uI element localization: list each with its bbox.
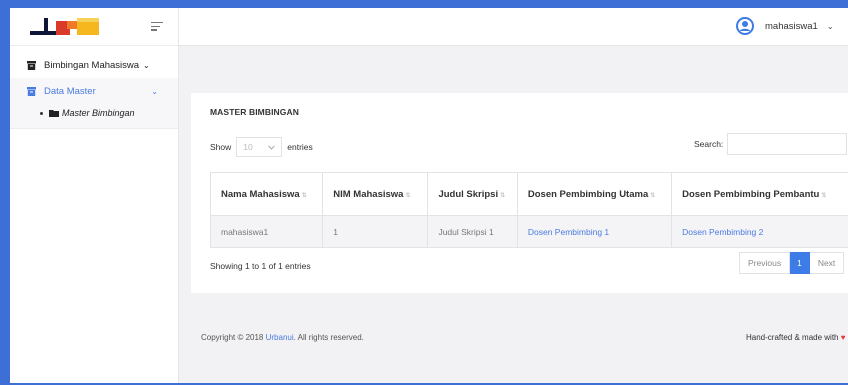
- column-label: NIM Mahasiswa: [333, 188, 404, 200]
- sidebar: Bimbingan Mahasiswa ⌄ Data Master ⌄ Mast…: [10, 8, 179, 383]
- sidebar-item-bimbingan-mahasiswa[interactable]: Bimbingan Mahasiswa ⌄: [10, 52, 178, 78]
- user-avatar-icon: [736, 17, 754, 35]
- page-size-value: 10: [243, 142, 253, 152]
- table-cell-link[interactable]: Dosen Pembimbing 2: [671, 215, 848, 248]
- previous-button[interactable]: Previous: [739, 252, 791, 274]
- page-size-select[interactable]: 10: [236, 137, 283, 157]
- credit-text: Hand-crafted & made with: [746, 333, 841, 342]
- sidebar-item-label: Data Master: [44, 85, 96, 97]
- table-cell: 1: [322, 215, 429, 248]
- sort-icon: ⇅: [821, 192, 827, 199]
- sidebar-item-data-master[interactable]: Data Master ⌄: [10, 78, 178, 104]
- copyright-prefix: Copyright © 2018: [201, 333, 266, 342]
- column-header-dosen-pembimbing-utama[interactable]: Dosen Pembimbing Utama ⇅: [516, 172, 673, 216]
- page-size-control: Show 10 entries: [210, 137, 313, 157]
- sidebar-brand: [10, 8, 178, 46]
- sort-icon: ⇅: [650, 192, 656, 199]
- column-header-nim-mahasiswa[interactable]: NIM Mahasiswa ⇅: [322, 172, 429, 216]
- menu-toggle-icon[interactable]: [151, 22, 163, 32]
- chevron-down-icon: ⌄: [826, 21, 834, 31]
- show-label: Show: [210, 142, 232, 152]
- logo[interactable]: [30, 15, 100, 39]
- user-name: mahasiswa1: [765, 20, 818, 32]
- sort-icon: ⇅: [500, 192, 506, 199]
- copyright-suffix: . All rights reserved.: [293, 333, 364, 342]
- table-row: mahasiswa1 1 Judul Skripsi 1 Dosen Pembi…: [209, 215, 848, 248]
- topbar: mahasiswa1 ⌄: [179, 8, 848, 46]
- user-menu[interactable]: mahasiswa1 ⌄: [736, 17, 834, 35]
- column-label: Nama Mahasiswa: [221, 188, 300, 200]
- table-info: Showing 1 to 1 of 1 entries: [210, 261, 311, 271]
- card-title: MASTER BIMBINGAN: [210, 107, 299, 117]
- table-header-row: Nama Mahasiswa ⇅ NIM Mahasiswa ⇅ Judul Skr…: [209, 172, 848, 216]
- chevron-down-icon: ⌄: [151, 86, 158, 96]
- master-bimbingan-card: MASTER BIMBINGAN Show 10 entries Search:…: [191, 93, 848, 293]
- bullet-icon: [40, 111, 43, 115]
- table-cell-link[interactable]: Dosen Pembimbing 1: [516, 215, 673, 248]
- app-window: Bimbingan Mahasiswa ⌄ Data Master ⌄ Mast…: [10, 8, 848, 383]
- search-label: Search:: [694, 139, 724, 149]
- footer-credit: Hand-crafted & made with ♥: [746, 333, 845, 342]
- sidebar-subitem-master-bimbingan[interactable]: Master Bimbingan: [40, 108, 178, 118]
- pagination: Previous 1 Next: [739, 252, 845, 274]
- table-cell: mahasiswa1: [209, 215, 324, 248]
- column-label: Dosen Pembimbing Pembantu: [682, 188, 820, 200]
- table-cell: Judul Skripsi 1: [427, 215, 518, 248]
- urbanui-link[interactable]: Urbanui: [266, 333, 294, 342]
- sidebar-item-label: Bimbingan Mahasiswa: [44, 59, 140, 71]
- sidebar-subitem-label: Master Bimbingan: [62, 108, 135, 118]
- search-control: Search:: [694, 133, 848, 155]
- column-header-nama-mahasiswa[interactable]: Nama Mahasiswa ⇅: [209, 172, 324, 216]
- column-header-dosen-pembimbing-pembantu[interactable]: Dosen Pembimbing Pembantu ⇅: [671, 172, 848, 216]
- archive-icon: [27, 86, 36, 96]
- column-label: Dosen Pembimbing Utama: [527, 188, 649, 200]
- folder-icon: [49, 110, 59, 117]
- entries-label: entries: [287, 142, 313, 152]
- column-header-judul-skripsi[interactable]: Judul Skripsi ⇅: [427, 172, 518, 216]
- sidebar-submenu: Master Bimbingan: [10, 104, 178, 129]
- sort-icon: ⇅: [301, 192, 307, 199]
- chevron-down-icon: ⌄: [143, 60, 150, 70]
- page-1-button[interactable]: 1: [790, 252, 810, 274]
- sort-icon: ⇅: [405, 192, 411, 199]
- heart-icon: ♥: [840, 333, 846, 342]
- column-label: Judul Skripsi: [438, 188, 499, 200]
- footer-copyright: Copyright © 2018 Urbanui. All rights res…: [201, 333, 364, 342]
- next-button[interactable]: Next: [809, 252, 845, 274]
- search-input[interactable]: [727, 133, 848, 155]
- archive-icon: [27, 60, 36, 70]
- chevron-down-icon: [268, 144, 276, 150]
- bimbingan-table: Nama Mahasiswa ⇅ NIM Mahasiswa ⇅ Judul Skr…: [209, 172, 848, 248]
